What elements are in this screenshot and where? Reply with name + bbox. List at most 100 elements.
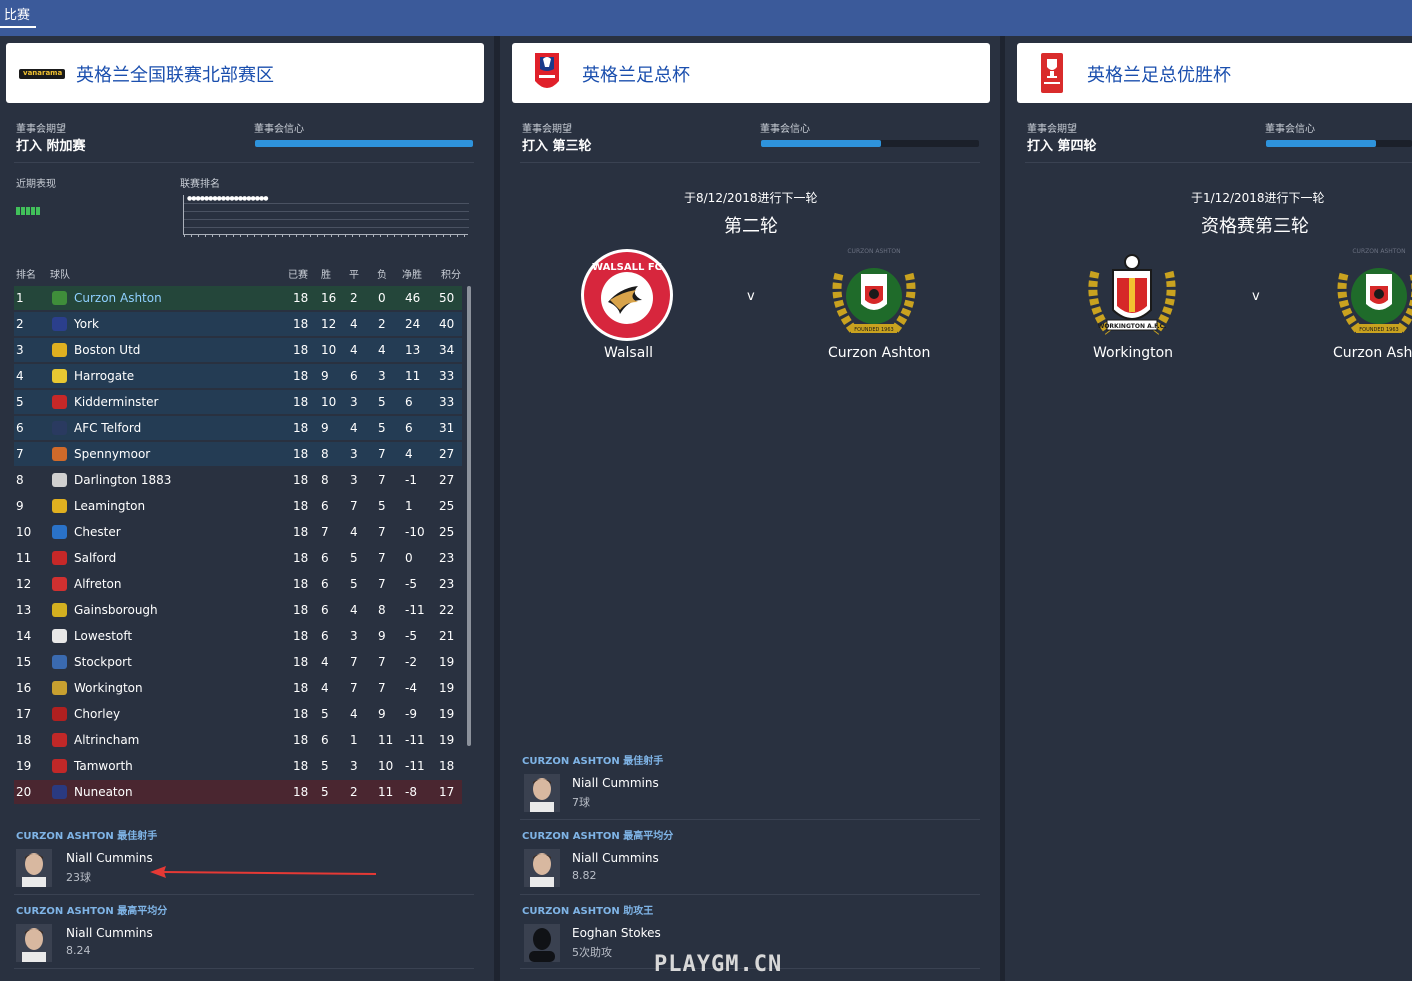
table-row[interactable]: 18 Altrincham 18 6 1 11 -11 19 <box>0 727 494 753</box>
versus-label: v <box>1252 289 1260 304</box>
row-team-name[interactable]: Workington <box>74 681 143 695</box>
row-team-name[interactable]: Leamington <box>74 499 145 513</box>
player-avatar <box>524 849 560 887</box>
row-team-name[interactable]: Altrincham <box>74 733 139 747</box>
league-table-header: 排名 球队 已赛 胜 平 负 净胜 积分 <box>0 266 494 281</box>
row-gd: 4 <box>405 447 413 461</box>
col-points[interactable]: 积分 <box>441 266 461 281</box>
fatrophy-header[interactable]: 英格兰足总优胜杯 <box>1017 43 1412 103</box>
board-expectation-value: 打入 第四轮 <box>1027 139 1097 154</box>
facup-header[interactable]: 英格兰足总杯 <box>512 43 990 103</box>
table-row[interactable]: 7 Spennymoor 18 8 3 7 4 27 <box>0 441 494 467</box>
row-pts: 27 <box>439 447 455 461</box>
row-team-name[interactable]: Darlington 1883 <box>74 473 171 487</box>
table-row[interactable]: 12 Alfreton 18 6 5 7 -5 23 <box>0 571 494 597</box>
team-crest-icon <box>52 343 67 357</box>
col-won[interactable]: 胜 <box>321 266 331 281</box>
row-team-name[interactable]: Alfreton <box>74 577 121 591</box>
row-position: 20 <box>16 785 32 799</box>
table-row[interactable]: 19 Tamworth 18 5 3 10 -11 18 <box>0 753 494 779</box>
row-gd: 24 <box>405 317 421 331</box>
col-pos[interactable]: 排名 <box>16 266 36 281</box>
row-pts: 19 <box>439 707 455 721</box>
curzon-ashton-badge-icon[interactable]: CURZON ASHTON FOUNDED 1963 <box>825 244 923 344</box>
league-header[interactable]: vanarama 英格兰全国联赛北部赛区 <box>6 43 484 103</box>
row-pts: 23 <box>439 577 455 591</box>
col-drawn[interactable]: 平 <box>349 266 359 281</box>
row-w: 8 <box>321 447 329 461</box>
workington-badge-icon[interactable]: WORKINGTON A.F.C. <box>1083 248 1181 344</box>
table-row[interactable]: 17 Chorley 18 5 4 9 -9 19 <box>0 701 494 727</box>
row-team-name[interactable]: Gainsborough <box>74 603 158 617</box>
row-p: 18 <box>293 447 309 461</box>
row-p: 18 <box>293 395 309 409</box>
row-p: 18 <box>293 655 309 669</box>
table-row[interactable]: 15 Stockport 18 4 7 7 -2 19 <box>0 649 494 675</box>
table-row[interactable]: 2 York 18 12 4 2 24 40 <box>0 311 494 337</box>
row-team-name[interactable]: Salford <box>74 551 116 565</box>
row-pts: 19 <box>439 655 455 669</box>
table-row[interactable]: 13 Gainsborough 18 6 4 8 -11 22 <box>0 597 494 623</box>
row-team-name[interactable]: Spennymoor <box>74 447 150 461</box>
row-team-name[interactable]: Curzon Ashton <box>74 291 162 305</box>
home-team-name[interactable]: Workington <box>1093 345 1173 361</box>
row-team-name[interactable]: AFC Telford <box>74 421 141 435</box>
league-panel: vanarama 英格兰全国联赛北部赛区 董事会期望 打入 附加赛 董事会信心 … <box>0 36 494 981</box>
player-stat: 8.24 <box>66 944 91 957</box>
table-row[interactable]: 14 Lowestoft 18 6 3 9 -5 21 <box>0 623 494 649</box>
table-row[interactable]: 10 Chester 18 7 4 7 -10 25 <box>0 519 494 545</box>
table-row[interactable]: 8 Darlington 1883 18 8 3 7 -1 27 <box>0 467 494 493</box>
curzon-ashton-badge-icon[interactable]: CURZON ASHTON FOUNDED 1963 <box>1330 244 1412 344</box>
row-d: 3 <box>350 447 358 461</box>
away-team-name[interactable]: Curzon Ashton <box>828 345 930 361</box>
row-p: 18 <box>293 551 309 565</box>
row-team-name[interactable]: Tamworth <box>74 759 133 773</box>
position-history-line: ●●●●●●●●●●●●●●●●●●● <box>187 195 268 202</box>
table-row[interactable]: 9 Leamington 18 6 7 5 1 25 <box>0 493 494 519</box>
table-row[interactable]: 5 Kidderminster 18 10 3 5 6 33 <box>0 389 494 415</box>
facup-title: 英格兰足总杯 <box>582 65 690 86</box>
table-row[interactable]: 4 Harrogate 18 9 6 3 11 33 <box>0 363 494 389</box>
col-lost[interactable]: 负 <box>377 266 387 281</box>
row-team-name[interactable]: Chorley <box>74 707 120 721</box>
tab-matches[interactable]: 比赛 <box>0 0 37 28</box>
row-team-name[interactable]: Boston Utd <box>74 343 140 357</box>
fatrophy-title: 英格兰足总优胜杯 <box>1087 65 1231 86</box>
row-team-name[interactable]: Stockport <box>74 655 132 669</box>
row-w: 7 <box>321 525 329 539</box>
row-team-name[interactable]: Nuneaton <box>74 785 133 799</box>
home-team-name[interactable]: Walsall <box>604 345 653 361</box>
row-team-name[interactable]: York <box>74 317 99 331</box>
team-crest-icon <box>52 707 67 721</box>
top-scorer-label: CURZON ASHTON 最佳射手 <box>522 756 664 767</box>
divider <box>14 162 474 163</box>
row-team-name[interactable]: Lowestoft <box>74 629 132 643</box>
col-team[interactable]: 球队 <box>50 266 70 281</box>
league-title: 英格兰全国联赛北部赛区 <box>76 65 274 86</box>
table-row[interactable]: 6 AFC Telford 18 9 4 5 6 31 <box>0 415 494 441</box>
away-team-name[interactable]: Curzon Ashton <box>1333 345 1412 361</box>
table-scrollbar[interactable] <box>467 286 471 746</box>
league-logo: vanarama <box>19 69 65 79</box>
row-l: 5 <box>378 395 386 409</box>
walsall-badge-icon[interactable]: WALSALL FC <box>580 248 674 342</box>
team-crest-icon <box>52 733 67 747</box>
col-gd[interactable]: 净胜 <box>402 266 422 281</box>
row-position: 9 <box>16 499 24 513</box>
col-played[interactable]: 已赛 <box>288 266 308 281</box>
row-w: 9 <box>321 421 329 435</box>
table-row[interactable]: 3 Boston Utd 18 10 4 4 13 34 <box>0 337 494 363</box>
row-team-name[interactable]: Kidderminster <box>74 395 158 409</box>
table-row[interactable]: 11 Salford 18 6 5 7 0 23 <box>0 545 494 571</box>
row-d: 4 <box>350 421 358 435</box>
player-stat: 7球 <box>572 796 590 809</box>
row-team-name[interactable]: Harrogate <box>74 369 134 383</box>
row-gd: -9 <box>405 707 417 721</box>
table-row[interactable]: 16 Workington 18 4 7 7 -4 19 <box>0 675 494 701</box>
table-row[interactable]: 20 Nuneaton 18 5 2 11 -8 17 <box>0 779 494 805</box>
table-row[interactable]: 1 Curzon Ashton 18 16 2 0 46 50 <box>0 285 494 311</box>
row-d: 4 <box>350 603 358 617</box>
row-team-name[interactable]: Chester <box>74 525 121 539</box>
row-p: 18 <box>293 707 309 721</box>
row-l: 7 <box>378 473 386 487</box>
